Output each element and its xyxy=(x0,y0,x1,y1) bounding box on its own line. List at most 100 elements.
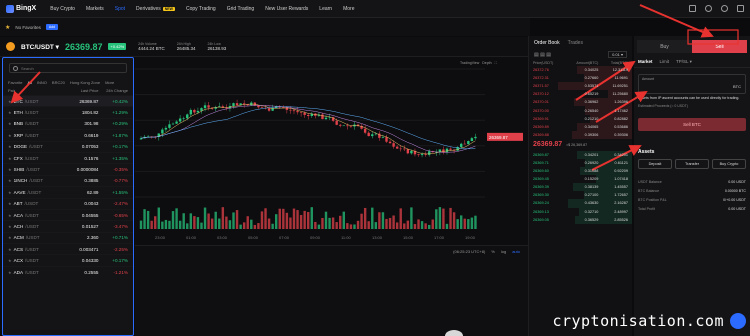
nav-derivatives[interactable]: Derivatives NEW xyxy=(136,6,175,12)
market-search-input[interactable] xyxy=(21,65,121,71)
ask-row[interactable]: 26371.57 0.53571 11.69251 xyxy=(529,82,632,91)
bid-row[interactable]: 26369.24 0.43630 2.16287 xyxy=(529,199,632,208)
favorite-star-icon[interactable]: ★ xyxy=(8,121,12,126)
bid-row[interactable]: 26369.87 0.34201 0.34201 xyxy=(529,150,632,159)
market-row[interactable]: ★ SHIB/USDT 0.0000084 -0.35% xyxy=(3,163,133,174)
favorite-star-icon[interactable]: ★ xyxy=(8,144,12,149)
market-row[interactable]: ★ ACH/USDT 0.01527 -3.47% xyxy=(3,220,133,231)
nav-spot[interactable]: Spot xyxy=(115,6,125,12)
ask-row[interactable]: 26369.88 0.39306 0.39306 xyxy=(529,130,632,139)
market-row[interactable]: ★ ADA/USDT 0.2555 -1.21% xyxy=(3,265,133,277)
favorite-star-icon[interactable]: ★ xyxy=(8,190,12,195)
tab-tpsl-order[interactable]: TP/SL ▾ xyxy=(676,59,692,65)
header-change[interactable]: 24h Change xyxy=(98,88,128,93)
market-row[interactable]: ★ ACX/USDT 0.04330 +0.17% xyxy=(3,254,133,265)
tab-market-order[interactable]: Market xyxy=(638,59,653,65)
market-row[interactable]: ★ ACS/USDT 0.003471 -2.25% xyxy=(3,243,133,254)
favorite-star-icon[interactable]: ★ xyxy=(8,156,12,161)
ask-row[interactable]: 26369.91 0.21210 0.82882 xyxy=(529,114,632,123)
deposit-button[interactable]: Deposit xyxy=(638,159,672,169)
bid-row[interactable]: 26369.13 0.32710 2.48997 xyxy=(529,207,632,216)
buy-crypto-button[interactable]: Buy Crypto xyxy=(712,159,746,169)
nav-buy-crypto[interactable]: Buy Crypto xyxy=(50,6,75,12)
favorite-star-icon[interactable]: ★ xyxy=(8,258,12,263)
favorite-star-icon[interactable]: ★ xyxy=(8,167,12,172)
bid-row[interactable]: 26369.45 0.15209 1.07418 xyxy=(529,175,632,184)
tab-favorite[interactable]: Favorite xyxy=(8,80,22,85)
theme-toggle-icon[interactable] xyxy=(737,5,744,12)
amount-field[interactable]: Amount BTC xyxy=(638,74,746,94)
market-row[interactable]: ★ ABT/USDT 0.0043 -2.47% xyxy=(3,197,133,209)
favorite-star-icon[interactable]: ★ xyxy=(8,201,12,206)
favorite-star-icon[interactable]: ★ xyxy=(8,224,12,229)
tab-limit-order[interactable]: Limit xyxy=(660,59,670,65)
globe-icon[interactable] xyxy=(721,5,728,12)
ask-row[interactable]: 26370.01 0.36962 1.26396 xyxy=(529,98,632,107)
market-row[interactable]: ★ ACA/USDT 0.04555 -0.65% xyxy=(3,208,133,220)
tab-brc20[interactable]: BRC20 xyxy=(52,80,65,85)
ask-row[interactable]: 26370.00 0.26540 1.17462 xyxy=(529,106,632,115)
header-last-price[interactable]: Last Price xyxy=(63,88,99,93)
log-scale-button[interactable]: log xyxy=(501,249,506,254)
add-favorite-button[interactable]: Add xyxy=(45,24,59,30)
nav-new-user-rewards[interactable]: New User Rewards xyxy=(265,6,308,12)
market-row[interactable]: ★ 1INCH/USDT 0.3885 -0.77% xyxy=(3,174,133,186)
favorite-star-icon[interactable]: ★ xyxy=(8,99,12,104)
header-pair[interactable]: Pair xyxy=(8,88,63,93)
nav-copy-trading[interactable]: Copy Trading xyxy=(186,6,216,12)
notification-icon[interactable] xyxy=(705,5,712,12)
auto-scale-button[interactable]: auto xyxy=(512,249,520,254)
download-icon[interactable] xyxy=(689,5,696,12)
market-row[interactable]: ★ DOGE/USDT 0.07053 +0.17% xyxy=(3,140,133,152)
tab-inno[interactable]: INNO xyxy=(37,80,47,85)
favorite-star-icon[interactable]: ★ xyxy=(8,270,12,275)
ask-row[interactable]: 26372.31 0.27660 11.9691 xyxy=(529,74,632,83)
nav-grid-trading[interactable]: Grid Trading xyxy=(227,6,255,12)
star-icon[interactable]: ★ xyxy=(5,24,10,31)
market-row[interactable]: ★ CFX/USDT 0.1576 +1.35% xyxy=(3,151,133,163)
ask-row[interactable]: 26370.12 0.65219 11.25680 xyxy=(529,90,632,99)
transfer-button[interactable]: Transfer xyxy=(675,159,709,169)
market-row[interactable]: ★ XRP/USDT 0.6619 +1.87% xyxy=(3,129,133,140)
ask-row[interactable]: 26369.89 0.34065 0.53686 xyxy=(529,122,632,131)
nav-learn[interactable]: Learn xyxy=(319,6,332,12)
market-row[interactable]: ★ BNB/USDT 301.98 +0.29% xyxy=(3,117,133,129)
market-row[interactable]: ★ AAVE/USDT 62.89 +1.55% xyxy=(3,186,133,197)
percent-scale-button[interactable]: % xyxy=(491,249,495,254)
tab-order-book[interactable]: Order Book xyxy=(534,40,560,46)
favorite-star-icon[interactable]: ★ xyxy=(8,133,12,138)
bid-row[interactable]: 26369.71 0.26920 0.61121 xyxy=(529,158,632,168)
tab-more[interactable]: More xyxy=(105,80,114,85)
price-chart[interactable]: 26369.87 23:00 01:00 03:00 05:00 07:00 09:00 11… xyxy=(135,57,528,245)
favorite-star-icon[interactable]: ★ xyxy=(8,110,12,115)
chat-support-icon[interactable] xyxy=(445,330,463,336)
precision-select[interactable]: 0.01 ▾ xyxy=(608,51,627,58)
pair-selector[interactable]: BTC/USDT ▾ xyxy=(21,43,59,51)
bid-row[interactable]: 26369.05 0.36529 2.85526 xyxy=(529,215,632,224)
sell-tab[interactable]: Sell xyxy=(692,40,747,53)
favorite-star-icon[interactable]: ★ xyxy=(8,213,12,218)
brand-logo[interactable]: BingX xyxy=(6,4,36,13)
tab-all[interactable]: All xyxy=(27,80,31,85)
fullscreen-icon[interactable]: ⛶ xyxy=(495,61,497,65)
market-row[interactable]: ★ BTC/USDT 26369.87 +0.42% xyxy=(3,95,133,107)
nav-more[interactable]: More xyxy=(343,6,354,12)
tab-hong-kong-zone[interactable]: Hong Kong Zone xyxy=(70,80,100,85)
tradingview-button[interactable]: TradingView xyxy=(460,61,479,65)
book-layout-icon[interactable]: ▤ ▤ ▤ xyxy=(534,52,551,58)
ask-row[interactable]: 26372.76 0.34025 12.31119 xyxy=(529,66,632,75)
favorite-star-icon[interactable]: ★ xyxy=(8,247,12,252)
sell-btc-button[interactable]: Sell BTC xyxy=(638,118,746,131)
depth-button[interactable]: Depth xyxy=(482,61,491,65)
market-row[interactable]: ★ ETH/USDT 1804.82 +1.29% xyxy=(3,106,133,117)
tab-trades[interactable]: Trades xyxy=(568,40,583,46)
favorite-star-icon[interactable]: ★ xyxy=(8,235,12,240)
candlestick-chart[interactable]: 26369.87 23:00 01:00 03:00 05:00 07:00 09:00 11… xyxy=(135,57,528,245)
market-row[interactable]: ★ ACM/USDT 2.360 +0.71% xyxy=(3,231,133,243)
nav-markets[interactable]: Markets xyxy=(86,6,104,12)
bid-row[interactable]: 26369.60 0.31088 0.92209 xyxy=(529,167,632,176)
buy-tab[interactable]: Buy xyxy=(637,40,692,53)
bid-row[interactable]: 26369.30 0.27100 1.72657 xyxy=(529,191,632,200)
bid-row[interactable]: 26369.39 0.38139 1.45557 xyxy=(529,183,632,192)
favorite-star-icon[interactable]: ★ xyxy=(8,178,12,183)
